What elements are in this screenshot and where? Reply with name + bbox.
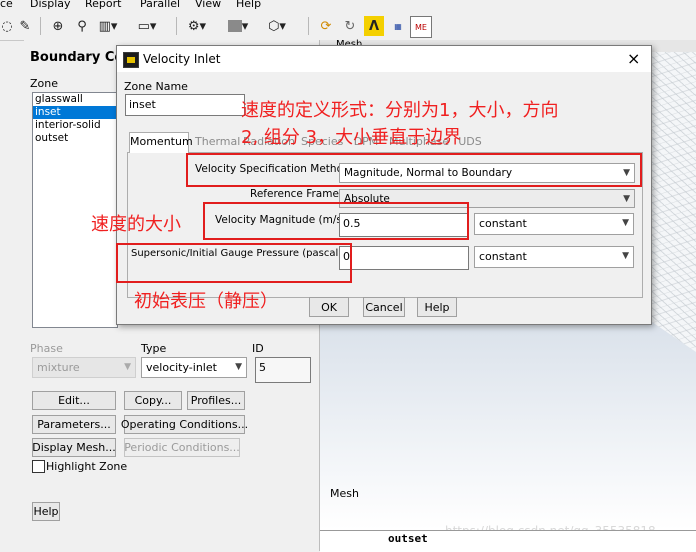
- ok-button[interactable]: OK: [309, 297, 349, 317]
- profiles-button[interactable]: Profiles...: [187, 391, 245, 410]
- annotation-box-velocity-spec: [186, 153, 642, 187]
- lambda-icon[interactable]: Λ: [364, 16, 384, 36]
- copy-button[interactable]: Copy...: [124, 391, 182, 410]
- tab-thermal[interactable]: Thermal: [195, 133, 240, 151]
- id-label: ID: [252, 342, 264, 355]
- cursor-icon[interactable]: ◌: [0, 16, 14, 36]
- app-icon: [123, 52, 139, 68]
- phase-label: Phase: [30, 342, 63, 355]
- annotation-velocity-form-line2: 2, 组分 3，大小垂直于边界: [241, 127, 462, 148]
- operating-conditions-button[interactable]: Operating Conditions...: [121, 415, 248, 434]
- layout-icon[interactable]: ▥▾: [96, 16, 120, 36]
- annotation-velocity-size: 速度的大小: [91, 214, 181, 235]
- velocity-magnitude-method-select[interactable]: constant ▼: [474, 213, 634, 235]
- zone-label: Zone: [30, 77, 59, 90]
- menu-item-view[interactable]: View: [195, 0, 221, 9]
- type-label: Type: [141, 342, 167, 355]
- annotation-box-gauge-pressure: [116, 243, 352, 283]
- periodic-conditions-button: Periodic Conditions...: [124, 438, 240, 457]
- toolbar: ◌ ✎ ⊕ ⚲ ▥▾ ▭▾ ⚙▾ ▾ ⬡▾ ⟳ ↻ Λ ▦ ME: [0, 12, 696, 41]
- zone-name-label: Zone Name: [124, 80, 188, 93]
- phase-select: mixture ▼: [32, 357, 136, 378]
- menu-item-parallel[interactable]: Parallel: [140, 0, 180, 9]
- cancel-button[interactable]: Cancel: [363, 297, 405, 317]
- tab-momentum[interactable]: Momentum: [129, 132, 193, 153]
- pick-icon[interactable]: ✎: [16, 16, 34, 36]
- dialog-titlebar[interactable]: Velocity Inlet ×: [117, 46, 651, 72]
- ruler-icon[interactable]: ⚙▾: [186, 16, 208, 36]
- gauge-pressure-method-select[interactable]: constant ▼: [474, 246, 634, 268]
- dialog-title: Velocity Inlet: [143, 52, 221, 66]
- probe-icon[interactable]: ⚲: [72, 16, 92, 36]
- zone-name-field[interactable]: inset: [125, 94, 245, 116]
- console-text: outset: [388, 532, 428, 545]
- annotation-initial-pressure: 初始表压（静压）: [134, 291, 278, 312]
- display-mesh-button[interactable]: Display Mesh...: [32, 438, 116, 457]
- zone-item[interactable]: outset: [33, 132, 117, 145]
- mesh-label: Mesh: [330, 487, 359, 500]
- me-icon[interactable]: ME: [410, 16, 432, 38]
- help-button[interactable]: Help: [32, 502, 60, 521]
- rotate-icon[interactable]: ⟳: [316, 16, 336, 36]
- menu-item-report[interactable]: Report: [85, 0, 121, 9]
- console-box: outset: [320, 530, 696, 552]
- zone-item-selected[interactable]: inset: [33, 106, 117, 119]
- color-icon[interactable]: ▾: [226, 16, 250, 36]
- reference-frame-label: Reference Frame: [250, 188, 339, 200]
- highlight-zone-label: Highlight Zone: [46, 460, 128, 473]
- highlight-zone-checkbox[interactable]: [32, 460, 45, 473]
- panel-title: Boundary Co: [30, 50, 124, 65]
- edit-button[interactable]: Edit...: [32, 391, 116, 410]
- menu-item-display[interactable]: Display: [30, 0, 71, 9]
- zoom-icon[interactable]: ⊕: [48, 16, 68, 36]
- parameters-button[interactable]: Parameters...: [32, 415, 116, 434]
- refresh-icon[interactable]: ↻: [340, 16, 360, 36]
- menu-item-ce[interactable]: ce: [0, 0, 13, 9]
- zone-item[interactable]: interior-solid: [33, 119, 117, 132]
- gauge-pressure-field[interactable]: 0: [339, 246, 469, 270]
- menu-bar: ce Display Report Parallel View Help: [0, 0, 696, 12]
- cube-icon[interactable]: ⬡▾: [264, 16, 290, 36]
- annotation-velocity-form-line1: 速度的定义形式：分别为1，大小，方向: [241, 100, 559, 121]
- type-select[interactable]: velocity-inlet ▼: [141, 357, 247, 378]
- zone-item[interactable]: glasswall: [33, 93, 117, 106]
- id-field: 5: [255, 357, 311, 383]
- close-icon[interactable]: ×: [627, 49, 640, 68]
- dialog-help-button[interactable]: Help: [417, 297, 457, 317]
- grid-icon[interactable]: ▦: [388, 16, 408, 36]
- menu-item-help[interactable]: Help: [236, 0, 261, 9]
- window-icon[interactable]: ▭▾: [136, 16, 158, 36]
- annotation-box-velocity-magnitude: [203, 202, 469, 240]
